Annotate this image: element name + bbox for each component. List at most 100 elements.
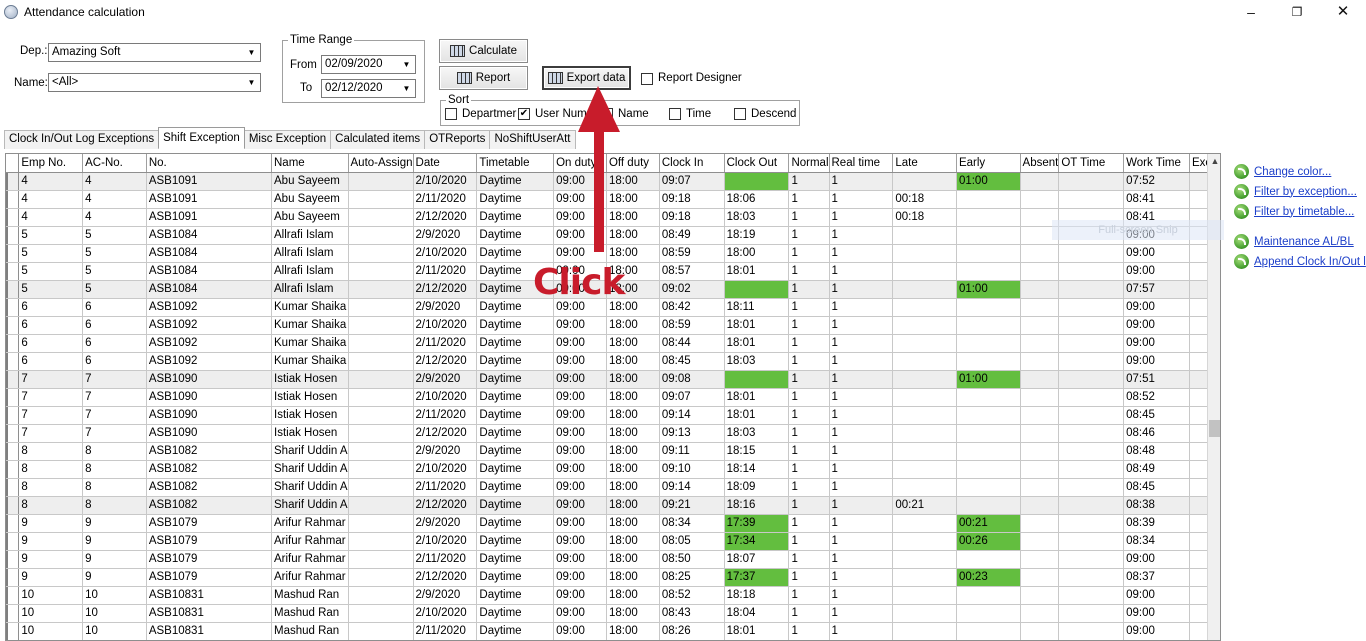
calculate-button[interactable]: Calculate — [439, 39, 528, 63]
table-cell[interactable]: 4 — [18, 208, 84, 227]
table-cell[interactable]: 18:00 — [606, 550, 660, 569]
table-cell[interactable]: Sharif Uddin A — [271, 478, 349, 497]
table-cell[interactable]: 18:00 — [606, 352, 660, 371]
table-cell[interactable] — [1058, 172, 1125, 191]
table-cell[interactable]: 1 — [788, 442, 830, 461]
table-cell[interactable]: 09:00 — [553, 586, 607, 605]
table-cell[interactable]: 2/9/2020 — [413, 298, 478, 317]
table-cell[interactable]: 2/9/2020 — [413, 514, 478, 533]
append-clock-label[interactable]: Append Clock In/Out l — [1254, 256, 1366, 268]
table-cell[interactable]: Mashud Ran — [271, 622, 349, 640]
table-cell[interactable]: Allrafi Islam — [271, 280, 349, 299]
table-cell[interactable]: 09:00 — [553, 532, 607, 551]
table-cell[interactable]: 1 — [788, 352, 830, 371]
table-cell[interactable]: 1 — [788, 244, 830, 263]
table-cell[interactable] — [348, 568, 414, 587]
table-cell[interactable]: 1 — [829, 226, 894, 245]
tab-clock-log-exceptions[interactable]: Clock In/Out Log Exceptions — [4, 130, 160, 149]
table-cell[interactable] — [1020, 370, 1060, 389]
table-cell[interactable] — [1058, 460, 1125, 479]
table-cell[interactable]: 1 — [788, 622, 830, 640]
table-cell[interactable] — [1058, 550, 1125, 569]
table-cell[interactable] — [956, 406, 1021, 425]
table-cell[interactable]: 7 — [82, 406, 147, 425]
row-indicator[interactable] — [6, 532, 20, 551]
table-cell[interactable]: 1 — [788, 298, 830, 317]
row-indicator[interactable] — [6, 208, 20, 227]
tab-shift-exception[interactable]: Shift Exception — [158, 127, 245, 148]
table-cell[interactable]: 5 — [82, 226, 147, 245]
table-cell[interactable]: ASB1090 — [146, 370, 273, 389]
table-cell[interactable]: 7 — [82, 388, 147, 407]
table-cell[interactable]: ASB10831 — [146, 604, 273, 623]
table-cell[interactable]: 18:01 — [724, 622, 790, 640]
table-cell[interactable]: 4 — [18, 190, 84, 209]
table-cell[interactable]: 1 — [788, 496, 830, 515]
table-cell[interactable] — [348, 424, 414, 443]
table-cell[interactable]: 1 — [788, 478, 830, 497]
table-cell[interactable] — [1058, 496, 1125, 515]
from-date-picker[interactable]: 02/09/2020 ▼ — [321, 55, 416, 74]
table-cell[interactable]: 08:38 — [1123, 496, 1190, 515]
report-designer-checkbox[interactable] — [641, 73, 653, 85]
table-cell[interactable]: ASB1079 — [146, 514, 273, 533]
table-cell[interactable] — [1020, 190, 1060, 209]
table-cell[interactable] — [892, 478, 957, 497]
table-cell[interactable]: 18:00 — [606, 406, 660, 425]
table-cell[interactable]: Arifur Rahmar — [271, 550, 349, 569]
table-cell[interactable]: Daytime — [476, 244, 555, 263]
table-cell[interactable] — [1020, 514, 1060, 533]
table-cell[interactable]: 1 — [829, 190, 894, 209]
tab-ot-reports[interactable]: OTReports — [424, 130, 491, 149]
table-cell[interactable]: 5 — [18, 244, 84, 263]
table-row[interactable]: 7 7 ASB1090 Istiak Hosen 2/11/2020 Daytime 09:… — [6, 406, 1220, 425]
table-cell[interactable] — [348, 262, 414, 281]
table-cell[interactable] — [348, 280, 414, 299]
table-cell[interactable]: 08:39 — [1123, 514, 1190, 533]
row-indicator[interactable] — [6, 622, 20, 640]
table-cell[interactable] — [892, 352, 957, 371]
column-header[interactable]: Early — [956, 154, 1021, 173]
table-cell[interactable]: 01:00 — [956, 172, 1021, 191]
table-cell[interactable]: 2/10/2020 — [413, 244, 478, 263]
table-cell[interactable]: ASB1091 — [146, 208, 273, 227]
table-cell[interactable]: 9 — [82, 514, 147, 533]
table-row[interactable]: 8 8 ASB1082 Sharif Uddin A 2/11/2020 Daytime 0… — [6, 478, 1220, 497]
table-cell[interactable] — [956, 244, 1021, 263]
table-cell[interactable]: 1 — [788, 424, 830, 443]
table-cell[interactable]: 1 — [829, 424, 894, 443]
table-cell[interactable]: ASB1091 — [146, 172, 273, 191]
table-cell[interactable] — [348, 352, 414, 371]
table-cell[interactable] — [892, 334, 957, 353]
table-cell[interactable] — [1020, 244, 1060, 263]
table-cell[interactable] — [348, 316, 414, 335]
table-row[interactable]: 8 8 ASB1082 Sharif Uddin A 2/12/2020 Daytime 0… — [6, 496, 1220, 515]
table-cell[interactable]: ASB1092 — [146, 352, 273, 371]
table-cell[interactable]: 09:00 — [553, 370, 607, 389]
table-cell[interactable]: ASB1084 — [146, 226, 273, 245]
table-cell[interactable]: 2/11/2020 — [413, 262, 478, 281]
table-cell[interactable]: 1 — [829, 352, 894, 371]
table-row[interactable]: 7 7 ASB1090 Istiak Hosen 2/9/2020 Daytime 09:0… — [6, 370, 1220, 389]
table-cell[interactable] — [892, 172, 957, 191]
table-cell[interactable]: 5 — [82, 244, 147, 263]
table-cell[interactable] — [724, 172, 790, 191]
table-cell[interactable]: 10 — [18, 622, 84, 640]
table-cell[interactable] — [348, 298, 414, 317]
table-cell[interactable]: 2/12/2020 — [413, 208, 478, 227]
table-cell[interactable] — [1020, 460, 1060, 479]
table-cell[interactable]: 2/11/2020 — [413, 334, 478, 353]
maintenance-link[interactable]: Maintenance AL/BL — [1234, 234, 1354, 249]
table-cell[interactable] — [1020, 388, 1060, 407]
table-cell[interactable] — [956, 496, 1021, 515]
table-cell[interactable]: 09:07 — [659, 172, 725, 191]
table-cell[interactable] — [956, 550, 1021, 569]
column-header[interactable]: No. — [146, 154, 273, 173]
table-cell[interactable]: 5 — [18, 262, 84, 281]
table-cell[interactable]: 4 — [18, 172, 84, 191]
table-cell[interactable]: 08:34 — [659, 514, 725, 533]
table-cell[interactable]: 7 — [18, 406, 84, 425]
table-cell[interactable] — [348, 406, 414, 425]
row-indicator[interactable] — [6, 388, 20, 407]
table-cell[interactable]: 09:00 — [553, 568, 607, 587]
